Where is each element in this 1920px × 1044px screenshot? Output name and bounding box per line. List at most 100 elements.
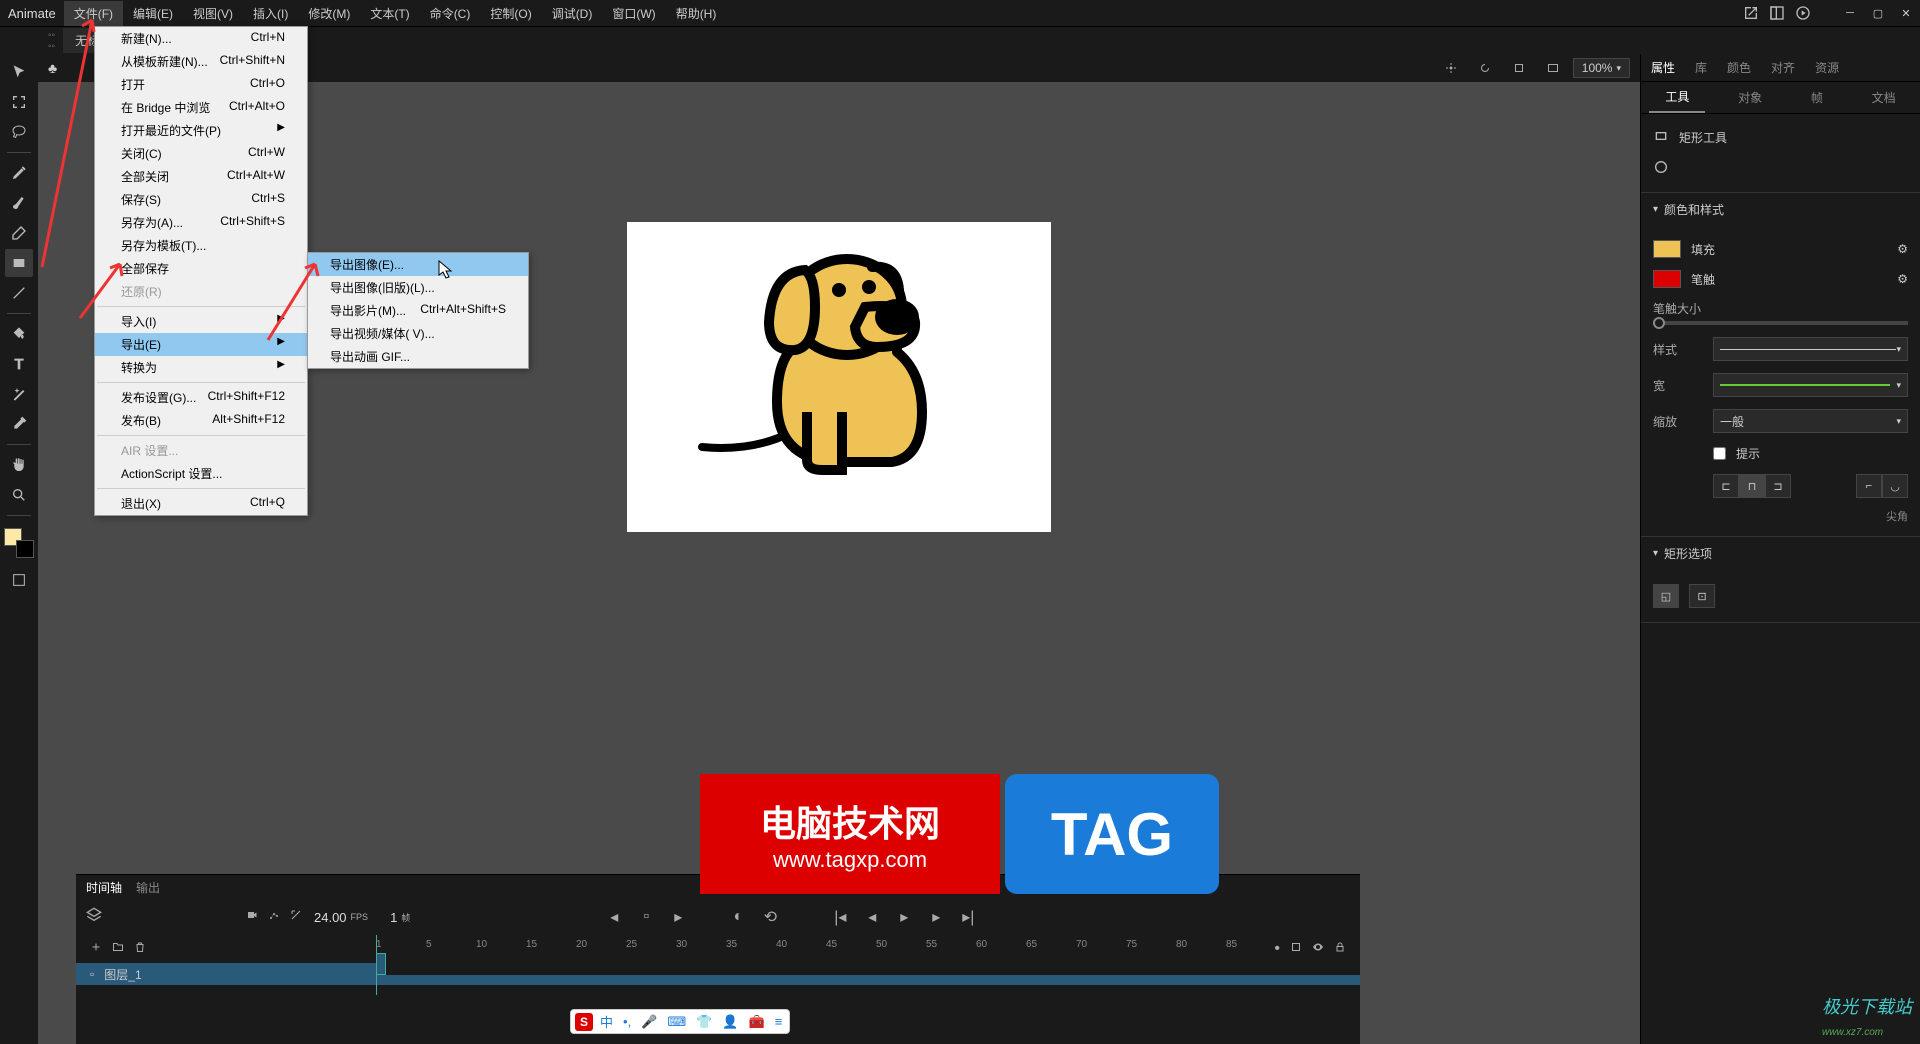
corner-lock-icon[interactable]: ⊡ [1689,584,1715,608]
ime-toolbar[interactable]: S 中 •, 🎤 ⌨ 👕 👤 🧰 ≡ [570,1009,790,1034]
new-layer-icon[interactable] [90,940,102,958]
color-swatches[interactable] [4,528,34,558]
file-menu-item[interactable]: 打开Ctrl+O [95,73,307,96]
file-menu-item[interactable]: 转换为▶ [95,356,307,379]
loop-icon[interactable]: ⟲ [758,907,782,927]
fps-value[interactable]: 24.00 [314,910,347,925]
stroke-color-swatch[interactable] [1653,270,1681,288]
corner-radius-icon[interactable]: ◱ [1653,584,1679,608]
share-icon[interactable] [1738,0,1764,26]
section-color-style[interactable]: ▾ 颜色和样式 [1641,193,1920,226]
minimize-button[interactable]: ─ [1836,2,1864,24]
ime-mic-icon[interactable]: 🎤 [638,1014,660,1030]
file-menu-item[interactable]: 打开最近的文件(P)▶ [95,119,307,142]
marker-icon[interactable] [290,908,302,926]
layers-icon[interactable] [86,907,102,928]
first-frame-icon[interactable]: |◂ [828,907,852,927]
file-menu-item[interactable]: 关闭(C)Ctrl+W [95,142,307,165]
ime-punct-icon[interactable]: •, [620,1014,634,1029]
section-rect-options[interactable]: ▾ 矩形选项 [1641,537,1920,570]
workspace-icon[interactable] [1764,0,1790,26]
timeline-frames[interactable] [376,953,1360,975]
onion-skin-icon[interactable]: ◐ [726,907,750,927]
menu-file[interactable]: 文件(F) [64,1,123,26]
menu-view[interactable]: 视图(V) [183,1,243,26]
eraser-tool-icon[interactable] [5,219,33,247]
layer-name[interactable]: 图层_1 [104,966,141,983]
menu-command[interactable]: 命令(C) [420,1,481,26]
subtab-object[interactable]: 对象 [1722,83,1778,112]
subtab-tool[interactable]: 工具 [1649,82,1705,113]
zoom-tool-icon[interactable] [5,481,33,509]
file-menu-item[interactable]: 导入(I)▶ [95,310,307,333]
stage[interactable] [627,222,1051,532]
stroke-options-icon[interactable]: ⚙ [1897,272,1908,286]
wand-tool-icon[interactable] [5,380,33,408]
menu-modify[interactable]: 修改(M) [298,1,360,26]
align-tab[interactable]: 对齐 [1761,53,1805,82]
file-menu-item[interactable]: 发布(B)Alt+Shift+F12 [95,409,307,432]
brush-tool-icon[interactable] [5,189,33,217]
next-frame-icon[interactable]: ▸ [924,907,948,927]
lasso-tool-icon[interactable] [5,118,33,146]
hint-checkbox[interactable] [1713,447,1726,460]
camera-icon[interactable] [246,908,258,926]
export-submenu-item[interactable]: 导出图像(旧版)(L)... [308,276,528,299]
timeline-ruler[interactable]: 1 5 10 15 20 25 30 35 40 45 50 55 60 65 … [376,935,1360,953]
rectangle-tool-icon[interactable] [5,249,33,277]
play-icon[interactable] [1790,0,1816,26]
stroke-size-slider[interactable] [1653,321,1908,325]
file-menu-item[interactable]: 在 Bridge 中浏览Ctrl+Alt+O [95,96,307,119]
width-profile-dropdown[interactable]: ▾ [1713,373,1908,397]
goto-end-icon[interactable]: ▸ [666,907,690,927]
menu-control[interactable]: 控制(O) [480,1,541,26]
menu-help[interactable]: 帮助(H) [666,1,727,26]
library-tab[interactable]: 库 [1685,53,1717,82]
zoom-dropdown[interactable]: 100%▾ [1573,58,1630,78]
pen-tool-icon[interactable] [5,159,33,187]
file-menu-item[interactable]: 从模板新建(N)...Ctrl+Shift+N [95,50,307,73]
file-menu-item[interactable]: 全部保存 [95,257,307,280]
free-transform-tool-icon[interactable] [5,88,33,116]
center-stage-icon[interactable] [1437,54,1465,82]
menu-window[interactable]: 窗口(W) [602,1,665,26]
export-submenu-item[interactable]: 导出图像(E)... [308,253,528,276]
eyedropper-tool-icon[interactable] [5,410,33,438]
ime-menu-icon[interactable]: ≡ [772,1014,786,1029]
ime-lang[interactable]: 中 [597,1012,616,1031]
file-menu-item[interactable]: ActionScript 设置... [95,462,307,485]
join-style-buttons[interactable]: ⌐◡ [1856,474,1908,498]
paint-bucket-tool-icon[interactable] [5,320,33,348]
play-button-icon[interactable]: ▸ [892,907,916,927]
export-submenu-item[interactable]: 导出动画 GIF... [308,345,528,368]
timeline-tab[interactable]: 时间轴 [86,879,122,896]
clip-content-icon[interactable] [1505,54,1533,82]
new-folder-icon[interactable] [112,940,124,958]
hand-tool-icon[interactable] [5,451,33,479]
scale-dropdown[interactable]: 一般▾ [1713,409,1908,433]
rotate-view-icon[interactable] [1471,54,1499,82]
panel-grip-icon[interactable]: ◦◦◦◦ [40,30,63,52]
insert-frame-icon[interactable]: ▫ [634,907,658,927]
playhead[interactable] [376,935,377,995]
menu-edit[interactable]: 编辑(E) [123,1,183,26]
file-menu-item[interactable]: 新建(N)...Ctrl+N [95,27,307,50]
subtab-document[interactable]: 文档 [1856,83,1912,112]
close-button[interactable]: ✕ [1892,2,1920,24]
ime-shirt-icon[interactable]: 👕 [693,1014,715,1030]
last-frame-icon[interactable]: ▸| [956,907,980,927]
file-menu-item[interactable]: 全部关闭Ctrl+Alt+W [95,165,307,188]
menu-text[interactable]: 文本(T) [360,1,419,26]
goto-start-icon[interactable]: ◂ [602,907,626,927]
file-menu-item[interactable]: 退出(X)Ctrl+Q [95,492,307,515]
menu-debug[interactable]: 调试(D) [542,1,603,26]
delete-layer-icon[interactable] [134,940,146,958]
ime-keyboard-icon[interactable]: ⌨ [664,1014,689,1030]
output-tab[interactable]: 输出 [136,879,160,896]
object-drawing-icon[interactable] [1653,159,1669,178]
file-menu-item[interactable]: 另存为(A)...Ctrl+Shift+S [95,211,307,234]
frame-value[interactable]: 1 [390,910,397,925]
graph-icon[interactable] [268,908,280,926]
file-menu-item[interactable]: 另存为模板(T)... [95,234,307,257]
export-submenu-item[interactable]: 导出影片(M)...Ctrl+Alt+Shift+S [308,299,528,322]
